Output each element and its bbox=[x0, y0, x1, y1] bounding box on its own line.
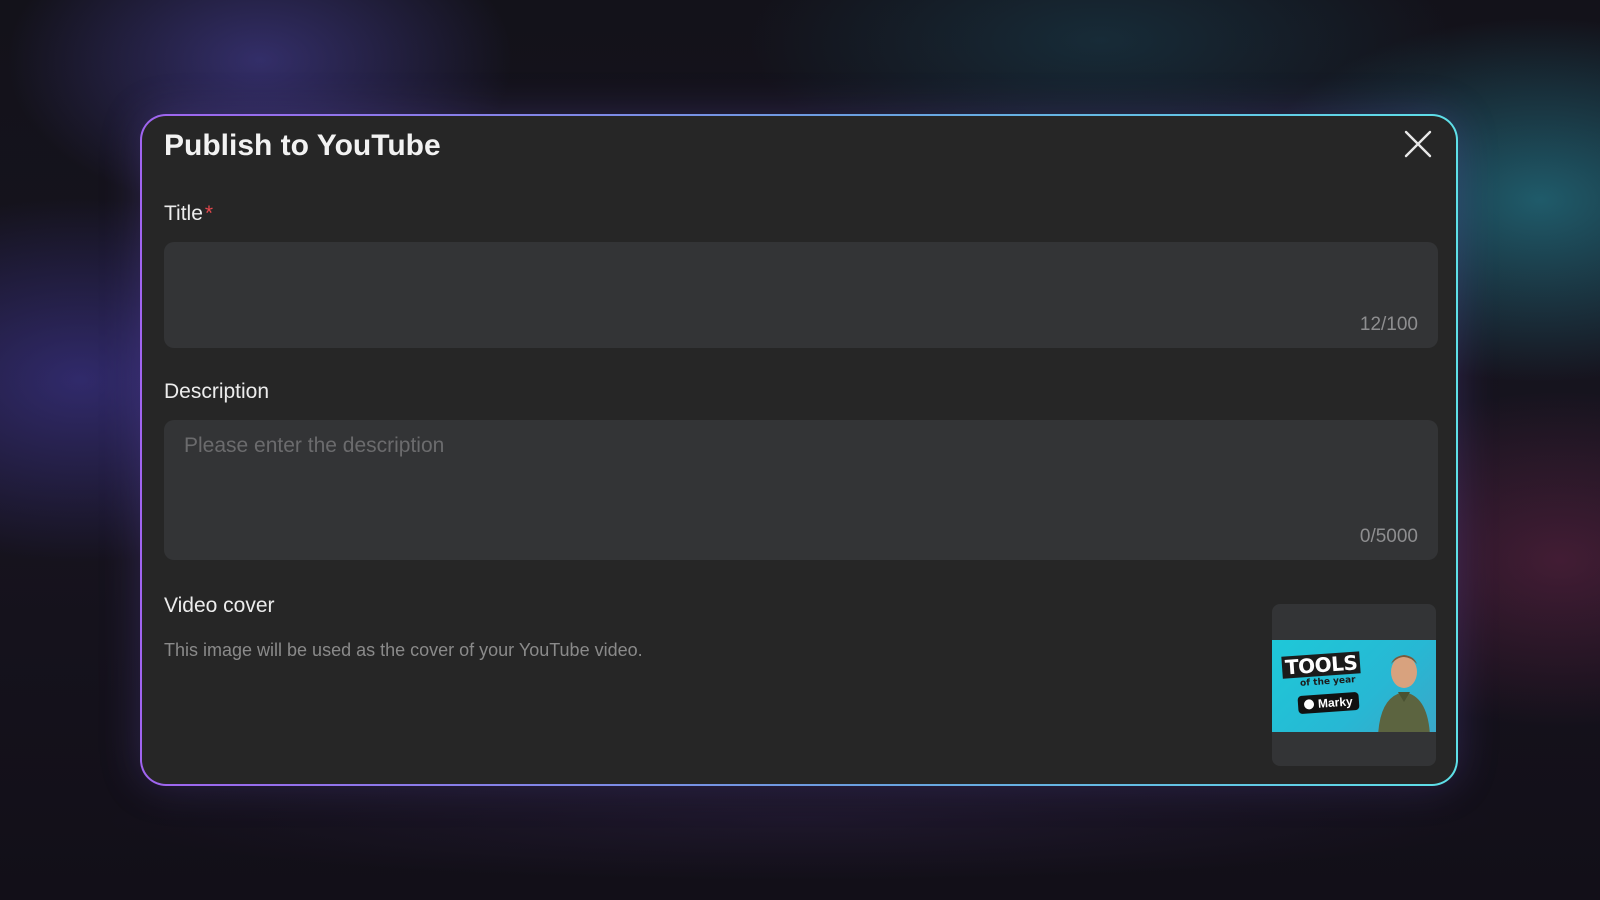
title-label: Title* bbox=[164, 200, 213, 228]
description-field: 0/5000 bbox=[164, 420, 1438, 560]
description-label: Description bbox=[164, 380, 270, 403]
description-input[interactable] bbox=[164, 420, 1438, 560]
title-label-text: Title bbox=[164, 202, 203, 225]
thumbnail-brand-name: Marky bbox=[1317, 694, 1354, 711]
dialog-title: Publish to YouTube bbox=[164, 129, 441, 162]
video-cover-helper-text: This image will be used as the cover of … bbox=[164, 640, 643, 660]
required-indicator: * bbox=[204, 202, 214, 225]
close-button[interactable] bbox=[1402, 128, 1434, 160]
title-input[interactable] bbox=[164, 242, 1438, 348]
publish-dialog: Publish to YouTube Title* 12/100 Descrip… bbox=[142, 116, 1456, 784]
brand-logo-icon bbox=[1303, 699, 1315, 710]
close-icon bbox=[1404, 130, 1432, 158]
title-field: 12/100 bbox=[164, 242, 1438, 348]
publish-dialog-frame: Publish to YouTube Title* 12/100 Descrip… bbox=[140, 114, 1458, 786]
description-char-counter: 0/5000 bbox=[1359, 526, 1418, 547]
thumbnail-brand-badge: Marky bbox=[1297, 691, 1360, 715]
video-cover-picker[interactable]: TOOLS of the year Marky bbox=[1272, 604, 1436, 766]
video-cover-thumbnail: TOOLS of the year Marky bbox=[1272, 640, 1436, 732]
video-cover-label: Video cover bbox=[164, 594, 275, 617]
presenter-portrait bbox=[1378, 655, 1430, 732]
title-char-counter: 12/100 bbox=[1359, 314, 1418, 335]
